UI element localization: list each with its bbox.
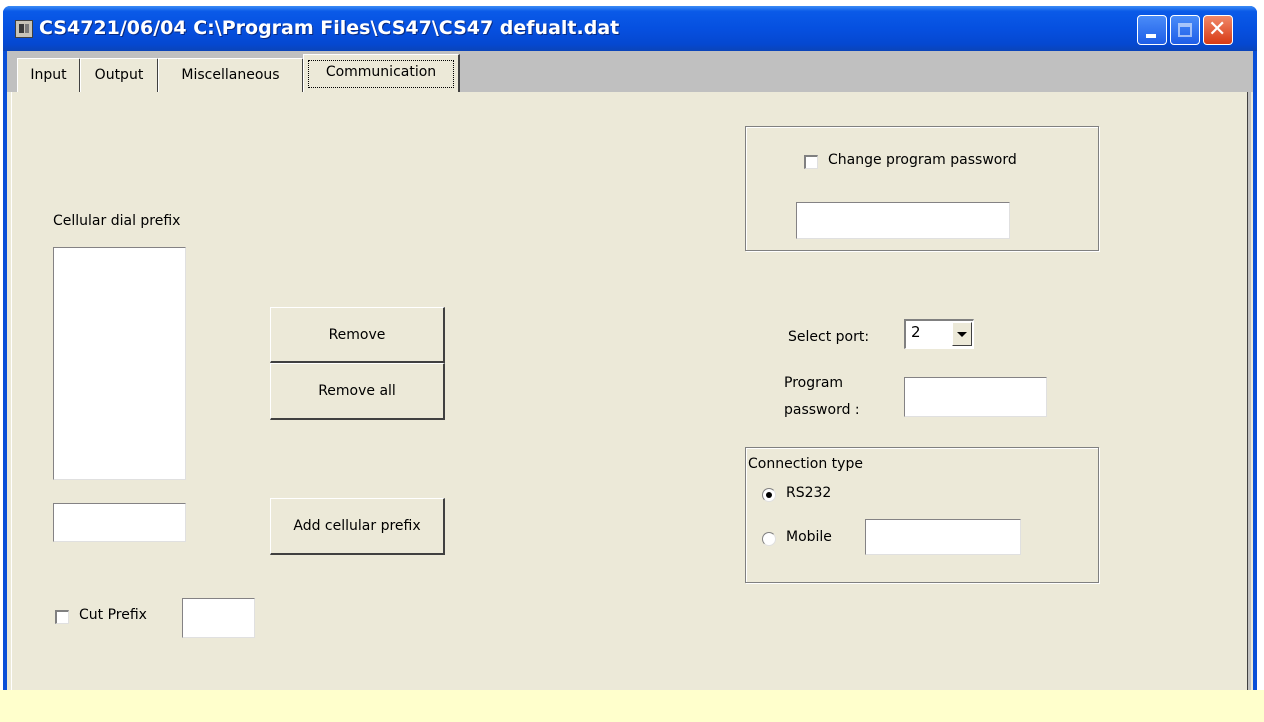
cut-prefix-label: Cut Prefix bbox=[79, 607, 147, 623]
add-cellular-prefix-button[interactable]: Add cellular prefix bbox=[270, 498, 445, 555]
minimize-icon bbox=[1146, 34, 1156, 38]
page-shadow bbox=[1248, 92, 1251, 722]
rs232-label: RS232 bbox=[786, 485, 832, 501]
port-select-value: 2 bbox=[911, 323, 921, 341]
maximize-button[interactable] bbox=[1170, 15, 1200, 45]
port-select[interactable]: 2 bbox=[904, 319, 974, 349]
cellular-prefix-list[interactable] bbox=[53, 247, 186, 480]
program-password-label-line1: Program bbox=[784, 375, 844, 391]
connection-type-label: Connection type bbox=[748, 456, 863, 472]
title-bar[interactable]: CS4721/06/04 C:\Program Files\CS47\CS47 … bbox=[3, 6, 1257, 51]
tab-output[interactable]: Output bbox=[80, 58, 159, 92]
change-program-password-checkbox[interactable] bbox=[804, 155, 818, 169]
tab-communication-label: Communication bbox=[325, 64, 437, 80]
tab-communication[interactable]: Communication bbox=[303, 54, 460, 92]
select-port-label: Select port: bbox=[788, 329, 870, 345]
tab-miscellaneous[interactable]: Miscellaneous bbox=[158, 58, 304, 92]
cellular-dial-prefix-label: Cellular dial prefix bbox=[53, 213, 181, 229]
window-title: CS4721/06/04 C:\Program Files\CS47\CS47 … bbox=[39, 17, 620, 39]
chevron-down-icon[interactable] bbox=[952, 322, 972, 346]
cut-prefix-checkbox[interactable] bbox=[55, 610, 69, 624]
maximize-icon bbox=[1178, 23, 1192, 37]
radio-selected-dot bbox=[766, 492, 772, 498]
minimize-button[interactable] bbox=[1137, 15, 1167, 45]
app-icon[interactable] bbox=[15, 20, 33, 38]
rs232-radio[interactable] bbox=[762, 488, 776, 502]
app-window: CS4721/06/04 C:\Program Files\CS47\CS47 … bbox=[3, 6, 1257, 722]
remove-button[interactable]: Remove bbox=[270, 307, 445, 363]
close-icon: ✕ bbox=[1208, 17, 1227, 42]
new-password-input[interactable] bbox=[796, 202, 1010, 239]
cut-prefix-input[interactable] bbox=[182, 598, 255, 638]
client-area: Input Output Miscellaneous Communication… bbox=[7, 51, 1253, 722]
mobile-number-input[interactable] bbox=[865, 519, 1021, 555]
cellular-prefix-input[interactable] bbox=[53, 503, 186, 542]
mobile-label: Mobile bbox=[786, 529, 832, 545]
tab-input[interactable]: Input bbox=[17, 58, 81, 92]
close-button[interactable]: ✕ bbox=[1203, 15, 1233, 45]
program-password-label-line2: password : bbox=[784, 402, 860, 418]
mobile-radio[interactable] bbox=[762, 532, 776, 546]
change-program-password-label: Change program password bbox=[828, 152, 1017, 168]
program-password-input[interactable] bbox=[904, 377, 1047, 417]
remove-all-button[interactable]: Remove all bbox=[270, 363, 445, 420]
status-band bbox=[0, 690, 1264, 722]
